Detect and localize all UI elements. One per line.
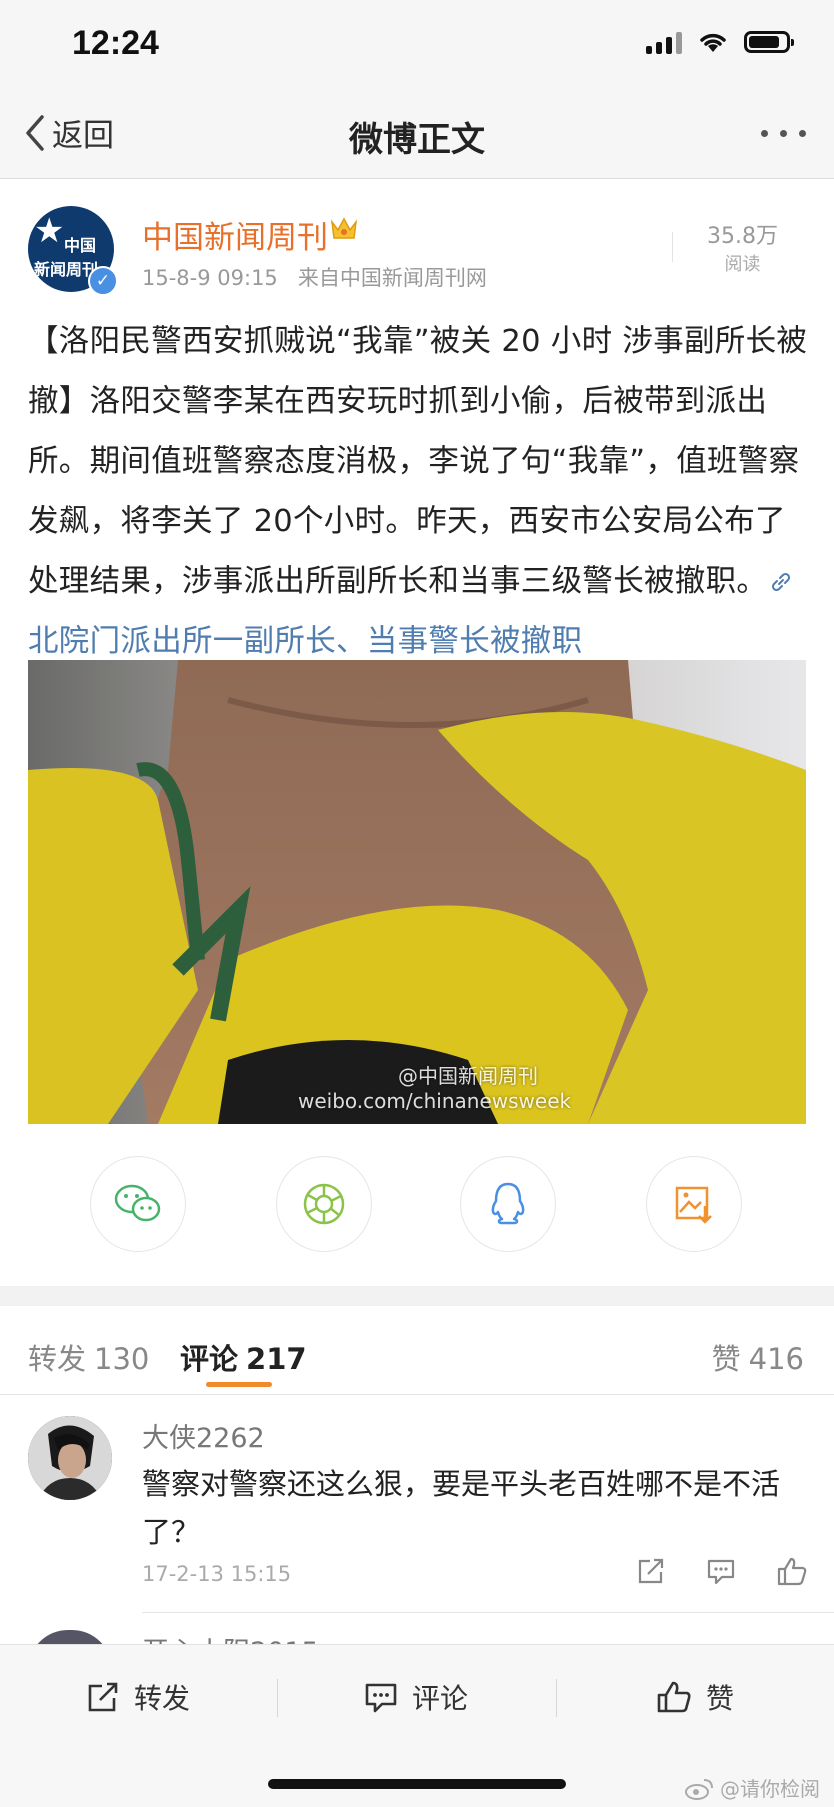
- verified-badge-icon: ✓: [88, 266, 118, 296]
- crown-icon: [330, 217, 358, 239]
- post-photo: [28, 660, 806, 1124]
- comment-button[interactable]: 评论: [364, 1677, 468, 1717]
- active-tab-indicator: [206, 1382, 272, 1387]
- tab-comments-count: 217: [246, 1342, 307, 1376]
- qq-icon: [491, 1182, 525, 1225]
- star-logo-icon: ★: [34, 211, 65, 251]
- credit-text: @请你检阅: [720, 1777, 820, 1801]
- tab-comments[interactable]: 评论 217: [180, 1336, 307, 1378]
- weibo-logo-icon: [684, 1779, 713, 1800]
- battery-icon: [744, 31, 794, 53]
- signal-icon: [646, 30, 682, 54]
- share-icon: [88, 1682, 118, 1712]
- comment-actions: [636, 1556, 808, 1590]
- page-title: 微博正文: [349, 120, 485, 160]
- thumbs-up-icon: [777, 1557, 807, 1586]
- like-button[interactable]: 赞: [656, 1677, 734, 1717]
- divider: [672, 232, 673, 262]
- thumbs-up-icon: [657, 1681, 691, 1713]
- commenter-avatar[interactable]: [28, 1416, 112, 1500]
- comment-icon: [707, 1559, 735, 1585]
- status-time: 12:24: [72, 24, 159, 62]
- share-icon: [638, 1558, 664, 1584]
- home-indicator: [268, 1779, 566, 1789]
- image-watermark: @中国新闻周刊 weibo.com/chinanewsweek: [298, 1060, 571, 1113]
- comment-divider: [142, 1612, 834, 1613]
- save-image-icon: [675, 1186, 712, 1224]
- like-label: 赞: [706, 1682, 735, 1715]
- watermark-url: weibo.com/chinanewsweek: [298, 1089, 572, 1113]
- post-meta: 15-8-9 09:15 来自中国新闻周刊网: [142, 262, 487, 292]
- moments-share-button[interactable]: [276, 1156, 372, 1252]
- comment-text: 警察对警察还这么狠，要是平头老百姓哪不是不活了？: [142, 1467, 781, 1549]
- comment-reply-button[interactable]: [706, 1556, 736, 1590]
- post-source: 来自中国新闻周刊网: [297, 266, 487, 290]
- nav-bar: 返回 微博正文: [0, 90, 834, 179]
- status-bar: 12:24: [0, 0, 834, 90]
- moments-icon: [303, 1183, 345, 1225]
- more-options-icon[interactable]: [761, 130, 806, 137]
- tab-likes-count: 416: [748, 1342, 804, 1376]
- interaction-tabs: 转发 130 评论 217 赞 416: [0, 1306, 834, 1395]
- repost-button[interactable]: 转发: [86, 1677, 190, 1717]
- save-image-button[interactable]: [646, 1156, 742, 1252]
- comment-like-button[interactable]: [776, 1556, 808, 1590]
- post-link-text: 北院门派出所一副所长、当事警长被撤职: [28, 624, 583, 659]
- read-count-value: 35.8万: [707, 224, 778, 249]
- read-count: 35.8万 阅读: [707, 218, 778, 276]
- avatar-photo: [28, 1416, 112, 1500]
- comment-label: 评论: [412, 1682, 469, 1715]
- watermark-handle: @中国新闻周刊: [398, 1064, 538, 1088]
- wechat-icon: [114, 1184, 161, 1222]
- repost-label: 转发: [134, 1682, 191, 1715]
- avatar-logo-text: 中国: [64, 236, 97, 255]
- read-count-label: 阅读: [724, 254, 761, 275]
- share-row: [0, 1156, 834, 1256]
- commenter-name[interactable]: 大侠2262: [142, 1416, 265, 1455]
- post-image[interactable]: @中国新闻周刊 weibo.com/chinanewsweek: [28, 660, 806, 1124]
- tab-likes[interactable]: 赞 416: [712, 1336, 804, 1378]
- wechat-share-button[interactable]: [90, 1156, 186, 1252]
- tab-reposts-label: 转发: [28, 1342, 87, 1376]
- post-date: 15-8-9 09:15: [142, 266, 278, 290]
- tab-reposts[interactable]: 转发 130: [28, 1336, 149, 1378]
- comment-icon: [365, 1683, 397, 1713]
- tab-reposts-count: 130: [94, 1342, 150, 1376]
- link-icon: [772, 572, 791, 592]
- comment-time: 17-2-13 15:15: [142, 1562, 292, 1586]
- tab-likes-label: 赞: [711, 1342, 741, 1376]
- post-text: 【洛阳民警西安抓贼说“我靠”被关 20 小时 涉事副所长被撤】洛阳交警李某在西安…: [28, 324, 808, 599]
- credit-watermark: @请你检阅: [684, 1773, 820, 1802]
- wifi-icon: [700, 33, 726, 52]
- divider: [277, 1679, 278, 1717]
- tab-comments-label: 评论: [180, 1342, 239, 1376]
- qq-share-button[interactable]: [460, 1156, 556, 1252]
- divider: [556, 1679, 557, 1717]
- status-icons: [646, 30, 794, 54]
- author-name[interactable]: 中国新闻周刊: [142, 212, 328, 257]
- post-body: 【洛阳民警西安抓贼说“我靠”被关 20 小时 涉事副所长被撤】洛阳交警李某在西安…: [28, 312, 808, 672]
- comment-repost-button[interactable]: [636, 1556, 666, 1590]
- section-divider: [0, 1286, 834, 1306]
- bottom-action-bar: 转发 评论 赞 @请你检阅: [0, 1644, 834, 1807]
